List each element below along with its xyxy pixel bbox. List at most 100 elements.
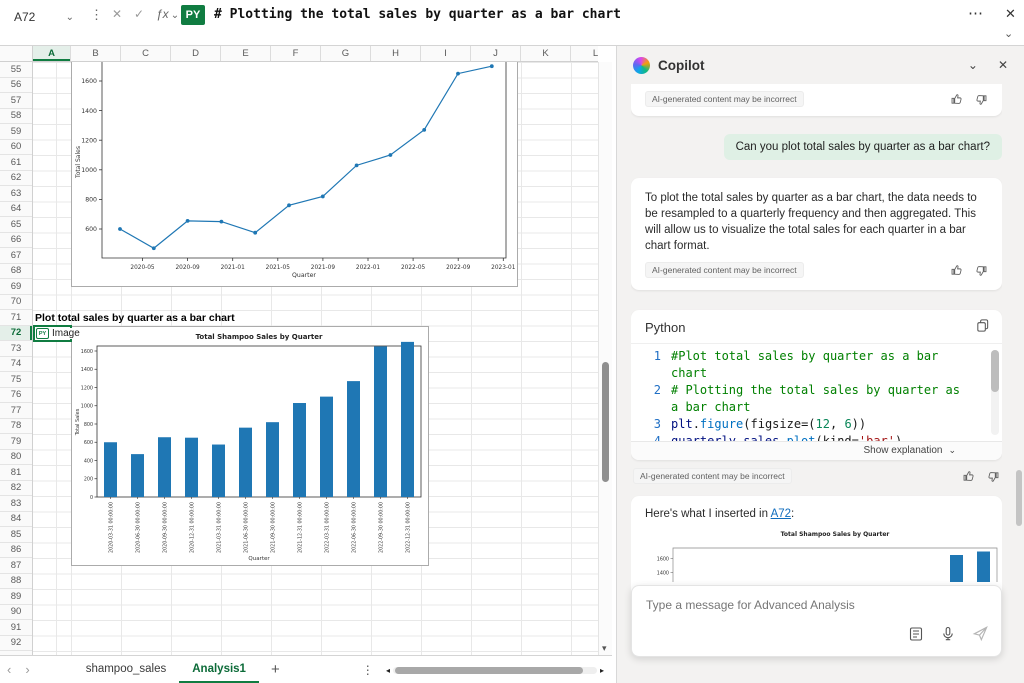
row-header-78[interactable]: 78 [0, 419, 32, 435]
column-header-D[interactable]: D [171, 46, 221, 61]
cells-area[interactable]: Plot total sales by quarter as a bar cha… [33, 62, 598, 655]
row-header-74[interactable]: 74 [0, 357, 32, 373]
row-header-61[interactable]: 61 [0, 155, 32, 171]
row-header-91[interactable]: 91 [0, 620, 32, 636]
row-header-66[interactable]: 66 [0, 233, 32, 249]
row-header-57[interactable]: 57 [0, 93, 32, 109]
scroll-left-icon[interactable]: ◂ [386, 666, 390, 675]
code-scrollbar-thumb[interactable] [991, 350, 999, 392]
column-header-F[interactable]: F [271, 46, 321, 61]
panel-close-icon[interactable]: ✕ [998, 58, 1008, 72]
microphone-icon[interactable] [940, 626, 956, 647]
row-header-56[interactable]: 56 [0, 78, 32, 94]
row-header-62[interactable]: 62 [0, 171, 32, 187]
row-header-68[interactable]: 68 [0, 264, 32, 280]
panel-scrollbar-thumb[interactable] [1016, 470, 1022, 526]
row-header-90[interactable]: 90 [0, 605, 32, 621]
column-header-K[interactable]: K [521, 46, 571, 61]
column-header-H[interactable]: H [371, 46, 421, 61]
vertical-scrollbar[interactable]: ▾ [598, 62, 612, 655]
column-header-L[interactable]: L [571, 46, 598, 61]
row-header-67[interactable]: 67 [0, 248, 32, 264]
row-header-77[interactable]: 77 [0, 403, 32, 419]
row-header-80[interactable]: 80 [0, 450, 32, 466]
column-header-C[interactable]: C [121, 46, 171, 61]
selected-cell-a72[interactable]: PY Image [33, 325, 72, 342]
line-chart-object[interactable]: 60080010001200140016002020-052020-092021… [71, 62, 518, 287]
row-header-72[interactable]: 72 [0, 326, 32, 342]
row-header-73[interactable]: 73 [0, 341, 32, 357]
window-close-icon[interactable]: ✕ [999, 4, 1022, 24]
column-header-B[interactable]: B [71, 46, 121, 61]
scroll-right-icon[interactable]: ▸ [600, 666, 604, 675]
bar-chart-object[interactable]: Total Shampoo Sales by Quarter0200400600… [71, 326, 429, 566]
row-header-70[interactable]: 70 [0, 295, 32, 311]
copy-code-icon[interactable] [975, 318, 990, 336]
svg-text:2022-09-30 00:00:00: 2022-09-30 00:00:00 [379, 502, 385, 553]
horizontal-scrollbar[interactable]: ◂ ▸ [386, 666, 604, 675]
thumbs-down-icon[interactable] [975, 93, 988, 106]
sheet-tab-analysis1[interactable]: Analysis1 [179, 656, 259, 683]
add-sheet-button[interactable]: + [259, 661, 292, 678]
row-header-76[interactable]: 76 [0, 388, 32, 404]
sheet-tab-shampoo-sales[interactable]: shampoo_sales [73, 656, 180, 683]
row-header-64[interactable]: 64 [0, 202, 32, 218]
column-header-G[interactable]: G [321, 46, 371, 61]
formula-input[interactable]: # Plotting the total sales by quarter as… [214, 7, 621, 22]
line-chart-svg: 60080010001200140016002020-052020-092021… [72, 62, 517, 285]
insert-function-icon[interactable]: ƒx⌄ [156, 7, 179, 21]
row-header-60[interactable]: 60 [0, 140, 32, 156]
formula-more-icon[interactable]: ⋮ [90, 7, 103, 23]
namebox-dropdown-icon[interactable]: ⌄ [66, 12, 74, 23]
thumbs-up-icon[interactable] [950, 93, 963, 106]
row-header-88[interactable]: 88 [0, 574, 32, 590]
row-header-87[interactable]: 87 [0, 558, 32, 574]
confirm-entry-icon[interactable]: ✓ [134, 7, 144, 21]
column-header-A[interactable]: A [33, 46, 71, 61]
vertical-scrollbar-thumb[interactable] [602, 362, 609, 482]
panel-collapse-icon[interactable]: ⌄ [968, 58, 978, 72]
horizontal-scrollbar-track[interactable] [393, 667, 597, 674]
row-header-79[interactable]: 79 [0, 434, 32, 450]
row-header-82[interactable]: 82 [0, 481, 32, 497]
show-explanation-button[interactable]: Show explanation ⌄ [631, 441, 1002, 460]
thumbs-up-icon[interactable] [962, 470, 975, 483]
thumbs-down-icon[interactable] [975, 264, 988, 277]
sheet-list-menu-icon[interactable]: ⋮ [354, 663, 382, 677]
code-scrollbar[interactable] [991, 350, 999, 435]
row-header-89[interactable]: 89 [0, 589, 32, 605]
column-header-J[interactable]: J [471, 46, 521, 61]
prompt-library-icon[interactable] [908, 626, 924, 647]
row-header-58[interactable]: 58 [0, 109, 32, 125]
row-header-71[interactable]: 71 [0, 310, 32, 326]
sheet-nav-left-icon[interactable]: ‹ [0, 662, 18, 677]
cancel-entry-icon[interactable]: ✕ [112, 7, 122, 21]
row-header-92[interactable]: 92 [0, 636, 32, 652]
name-box[interactable]: A72 ⌄ [8, 5, 80, 29]
row-header-69[interactable]: 69 [0, 279, 32, 295]
inserted-cell-link[interactable]: A72 [771, 508, 791, 520]
thumbs-up-icon[interactable] [950, 264, 963, 277]
send-icon[interactable] [972, 625, 989, 647]
row-header-75[interactable]: 75 [0, 372, 32, 388]
row-header-65[interactable]: 65 [0, 217, 32, 233]
window-more-icon[interactable]: ⋯ [962, 2, 989, 24]
sheet-nav-right-icon[interactable]: › [18, 662, 36, 677]
row-header-59[interactable]: 59 [0, 124, 32, 140]
column-header-I[interactable]: I [421, 46, 471, 61]
row-header-85[interactable]: 85 [0, 527, 32, 543]
select-all-corner[interactable] [0, 46, 33, 62]
row-header-63[interactable]: 63 [0, 186, 32, 202]
horizontal-scrollbar-thumb[interactable] [395, 667, 583, 674]
scroll-down-icon[interactable]: ▾ [602, 643, 607, 654]
user-message: Can you plot total sales by quarter as a… [724, 134, 1002, 160]
row-header-81[interactable]: 81 [0, 465, 32, 481]
formula-bar-expand-icon[interactable]: ⌄ [1004, 27, 1013, 40]
thumbs-down-icon[interactable] [987, 470, 1000, 483]
row-header-83[interactable]: 83 [0, 496, 32, 512]
row-header-86[interactable]: 86 [0, 543, 32, 559]
column-header-E[interactable]: E [221, 46, 271, 61]
row-header-84[interactable]: 84 [0, 512, 32, 528]
code-editor[interactable]: 1#Plot total sales by quarter as a bar c… [631, 343, 1002, 441]
row-header-55[interactable]: 55 [0, 62, 32, 78]
